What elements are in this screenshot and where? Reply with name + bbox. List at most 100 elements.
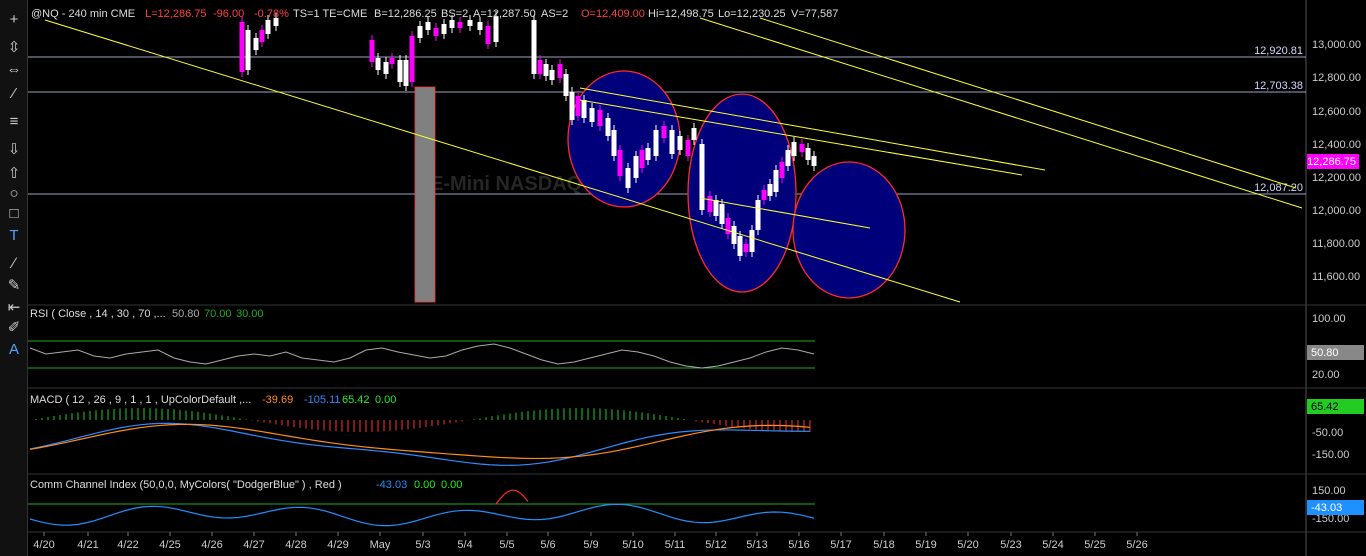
date-tick-label: 5/25	[1084, 539, 1105, 551]
pct-change: -0.78%	[254, 8, 289, 20]
candle-body	[531, 20, 537, 74]
candle-body	[779, 162, 785, 178]
date-axis[interactable]: 4/20 4/21 4/22 4/25 4/26 4/27 4/28 4/29 May 5/3 5/…	[33, 532, 1148, 551]
candle-body	[811, 156, 817, 166]
level-label-1: 12,920.81	[1254, 45, 1303, 57]
ellipse-icon[interactable]: ○	[3, 184, 25, 204]
crosshair-icon[interactable]: +	[3, 10, 25, 30]
candle-body	[433, 28, 439, 36]
date-tick-label: 4/22	[117, 539, 138, 551]
price-tick-label: 12,600.00	[1312, 106, 1361, 118]
pencil-icon[interactable]: ∕	[3, 254, 25, 274]
candle-body	[477, 22, 483, 30]
candle-body	[645, 148, 651, 160]
date-tick-label: 5/19	[915, 539, 936, 551]
ts-label: TS=1 TE=CME	[293, 8, 367, 20]
candle-body	[543, 64, 549, 76]
fibonacci-icon[interactable]: ⇤	[3, 298, 25, 318]
ellipse-drawing-3[interactable]	[792, 161, 906, 299]
trendline-icon[interactable]: ⁄	[3, 84, 25, 104]
horizontal-lines-icon[interactable]: ≡	[3, 112, 25, 132]
candle-body	[389, 58, 395, 64]
date-tick-label: 5/20	[957, 539, 978, 551]
cci-title-text: Comm Channel Index (50,0,0, MyColors( "D…	[30, 479, 342, 491]
candle-body	[575, 96, 581, 116]
high-label: Hi=12,498.75	[648, 8, 714, 20]
candle-body	[749, 230, 755, 252]
candle-body	[485, 26, 491, 44]
candle-body	[743, 244, 749, 252]
date-tick-label: 5/18	[873, 539, 894, 551]
text-tool-icon[interactable]: T	[3, 226, 25, 246]
date-tick-label: 5/4	[457, 539, 472, 551]
cci-line	[29, 503, 815, 527]
date-tick-label: 5/13	[746, 539, 767, 551]
date-tick-label: 5/26	[1126, 539, 1147, 551]
rsi-oversold: 30.00	[236, 308, 264, 320]
macd-title-text: MACD ( 12 , 26 , 9 , 1 , 1 , UpColorDefa…	[30, 394, 251, 406]
candle-body	[799, 144, 805, 152]
candle-body	[625, 168, 631, 188]
candle-body	[563, 74, 569, 96]
rectangle-drawing[interactable]	[414, 86, 436, 303]
rsi-current-label: 50.80	[1311, 347, 1339, 359]
rsi-axis-bottom: 20.00	[1312, 369, 1340, 381]
arrow-down-icon[interactable]: ⇩	[3, 140, 25, 160]
date-tick-label: 5/24	[1042, 539, 1063, 551]
date-tick-label: 5/10	[622, 539, 643, 551]
pen-icon[interactable]: ✐	[3, 318, 25, 338]
ask-label: A=12,287.50	[473, 8, 536, 20]
candle-body	[449, 20, 455, 28]
arrow-up-icon[interactable]: ⇧	[3, 164, 25, 184]
cci-v2: 0.00	[414, 479, 435, 491]
candle-body	[403, 60, 409, 86]
rsi-overbought: 70.00	[204, 308, 232, 320]
rsi-title-text: RSI ( Close , 14 , 30 , 70 ,...	[30, 308, 166, 320]
date-tick-label: 5/23	[1000, 539, 1021, 551]
candle-body	[239, 22, 245, 72]
candle-body	[245, 30, 251, 70]
date-tick-label: 5/5	[499, 539, 514, 551]
macd-value: -39.69	[262, 394, 293, 406]
macd-signal-value: -105.11	[304, 394, 341, 406]
rsi-value: 50.80	[172, 308, 200, 320]
macd-diff-value: 65.42	[342, 394, 370, 406]
candle-body	[457, 22, 463, 28]
chart-area[interactable]: E-Mini NASDAQ 100 12,920.81 12,703.38 12…	[28, 0, 1366, 556]
candle-body	[569, 92, 575, 120]
candle-body	[581, 100, 587, 118]
candle-body	[699, 144, 705, 210]
eraser-icon[interactable]: ✎	[3, 276, 25, 296]
macd-zero-value: 0.00	[375, 394, 396, 406]
vertical-resize-icon[interactable]: ⇳	[3, 38, 25, 58]
candle-body	[425, 22, 431, 30]
macd-signal-line	[29, 423, 811, 460]
ask-size-label: AS=2	[541, 8, 568, 20]
low-label: Lo=12,230.25	[718, 8, 786, 20]
bid-size-label: BS=2	[441, 8, 468, 20]
trendline-1[interactable]	[44, 19, 961, 303]
horizontal-resize-icon[interactable]: ⇔	[3, 60, 25, 80]
date-tick-label: May	[370, 539, 391, 551]
candle-body	[685, 140, 691, 156]
candle-body	[253, 38, 259, 50]
macd-current-label: 65.42	[1311, 401, 1339, 413]
price-tick-label: 11,800.00	[1312, 238, 1360, 250]
price-tick-label: 12,200.00	[1312, 172, 1361, 184]
candle-body	[691, 128, 697, 140]
text-label-icon[interactable]: A	[3, 340, 25, 360]
date-tick-label: 5/12	[705, 539, 726, 551]
candle-body	[617, 150, 623, 176]
symbol-header: @NQ - 240 min CME L=12,286.75 -96.00 -0.…	[31, 8, 838, 20]
cci-current-label: -43.03	[1311, 502, 1342, 514]
rectangle-icon[interactable]: □	[3, 204, 25, 224]
candle-body	[259, 30, 265, 42]
bid-label: B=12,286.25	[374, 8, 437, 20]
rsi-title: RSI ( Close , 14 , 30 , 70 ,... 50.80 70…	[30, 308, 264, 320]
ellipse-drawings[interactable]	[567, 70, 906, 299]
volume-label: V=77,587	[791, 8, 838, 20]
candle-body	[417, 26, 423, 38]
level-label-2: 12,703.38	[1254, 80, 1303, 92]
candle-body	[737, 236, 743, 256]
candle-body	[467, 20, 473, 26]
